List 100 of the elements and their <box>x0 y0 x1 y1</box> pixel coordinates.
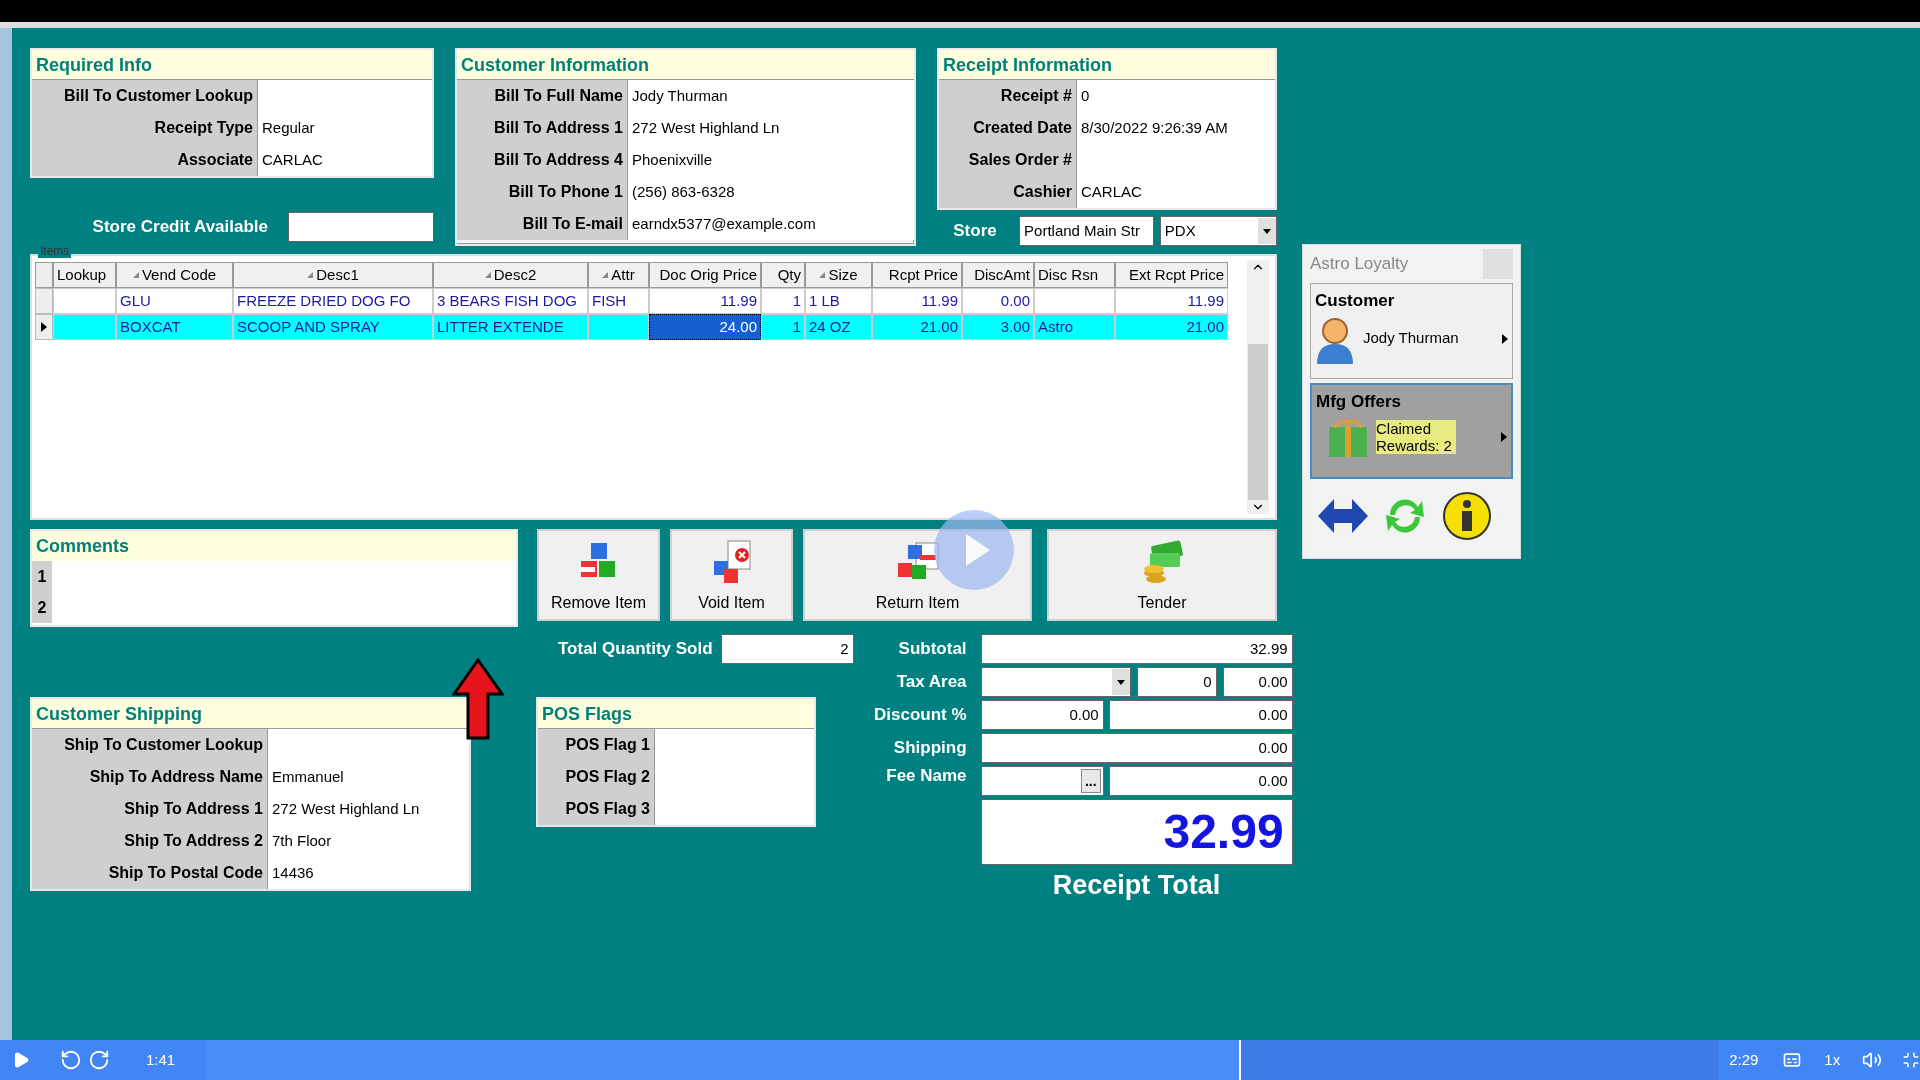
field-label: Bill To Full Name <box>457 80 627 112</box>
store-name-field[interactable]: Portland Main Str <box>1019 216 1154 246</box>
action-button[interactable]: Tender <box>1047 529 1277 621</box>
store-credit-field[interactable] <box>288 212 434 242</box>
field-value[interactable]: 272 West Highland Ln <box>627 112 914 144</box>
table-cell: 24.00 <box>649 314 761 340</box>
field-label: Receipt # <box>939 80 1076 112</box>
column-header[interactable]: Rcpt Price <box>872 262 962 288</box>
column-header[interactable]: Desc2 <box>433 262 588 288</box>
customer-name: Jody Thurman <box>1363 328 1460 349</box>
fee-name-field[interactable]: ... <box>980 766 1104 796</box>
table-cell: LITTER EXTENDE <box>433 314 588 340</box>
field-value[interactable]: 272 West Highland Ln <box>267 793 469 825</box>
table-row[interactable]: GLU FREEZE DRIED DOG FO 3 BEARS FISH DOG FISH 11.99 1 1 LB 11.99 0.00 11.99 <box>35 288 1228 314</box>
table-cell: 24 OZ <box>805 314 872 340</box>
column-header[interactable]: Attr <box>588 262 649 288</box>
column-header[interactable]: Doc Orig Price <box>649 262 761 288</box>
captions-icon[interactable] <box>1782 1050 1803 1070</box>
double-arrow-icon[interactable] <box>1318 497 1368 535</box>
field-value[interactable]: 0 <box>1076 80 1275 112</box>
table-cell: 11.99 <box>872 288 962 314</box>
scrollbar[interactable] <box>1247 260 1269 514</box>
dropdown-button[interactable] <box>1258 218 1276 244</box>
field-label: Ship To Postal Code <box>32 857 267 889</box>
field-label: Bill To Address 4 <box>457 144 627 176</box>
column-header[interactable]: DiscAmt <box>962 262 1034 288</box>
forward-icon[interactable] <box>87 1049 110 1071</box>
subtotal-field[interactable]: 32.99 <box>980 634 1293 664</box>
quantity-field[interactable]: 2 <box>720 634 854 664</box>
field-label: Created Date <box>939 112 1076 144</box>
rewards-text: Claimed Rewards: 2 <box>1376 419 1456 454</box>
field-value[interactable] <box>257 80 432 112</box>
shipping-field[interactable]: 0.00 <box>980 733 1293 763</box>
tax-area-dropdown[interactable] <box>980 667 1131 697</box>
duration-time: 2:29 <box>1729 1049 1759 1070</box>
offers-card[interactable]: Mfg Offers Claimed Rewards: 2 <box>1310 383 1513 479</box>
tax-rate-field[interactable]: 0 <box>1136 667 1217 697</box>
field-value[interactable]: Regular <box>257 112 432 144</box>
play-overlay-icon[interactable] <box>934 510 1014 590</box>
field-value[interactable] <box>267 729 469 761</box>
receipt-total-amount: 32.99 <box>980 799 1293 865</box>
tax-amount-field[interactable]: 0.00 <box>1222 667 1293 697</box>
scrollbar-thumb[interactable] <box>1248 344 1268 500</box>
dropdown-arrow-icon <box>1116 679 1125 685</box>
corner-header-cell <box>35 262 53 288</box>
field-value[interactable] <box>654 729 814 761</box>
field-value[interactable]: (256) 863-6328 <box>627 176 914 208</box>
field-label: Sales Order # <box>939 144 1076 176</box>
column-header[interactable]: Lookup <box>53 262 116 288</box>
play-icon[interactable] <box>12 1051 30 1069</box>
field-label: Shipping <box>892 737 967 760</box>
table-cell: Astro <box>1034 314 1115 340</box>
info-icon[interactable] <box>1442 491 1492 541</box>
action-button[interactable]: Void Item <box>670 529 793 621</box>
field-label: POS Flag 1 <box>538 729 654 761</box>
row-header-cell[interactable] <box>35 314 53 340</box>
discount-percent-field[interactable]: 0.00 <box>980 700 1104 730</box>
column-header[interactable]: Vend Code <box>116 262 233 288</box>
dropdown-button[interactable] <box>1111 669 1130 695</box>
receipt-total-label: Receipt Total <box>1052 869 1221 902</box>
column-header[interactable]: Ext Rcpt Price <box>1115 262 1228 288</box>
store-code-dropdown[interactable]: PDX <box>1159 216 1277 246</box>
column-header[interactable]: Qty <box>761 262 805 288</box>
speed-button[interactable]: 1x <box>1824 1048 1841 1072</box>
volume-icon[interactable] <box>1862 1050 1883 1070</box>
fee-amount-field[interactable]: 0.00 <box>1108 766 1293 796</box>
ellipsis-button[interactable]: ... <box>1080 769 1101 793</box>
field-value[interactable]: 8/30/2022 9:26:39 AM <box>1076 112 1275 144</box>
field-value[interactable]: Jody Thurman <box>627 80 914 112</box>
row-header-cell[interactable] <box>35 288 53 314</box>
field-value[interactable] <box>654 793 814 825</box>
field-value[interactable]: Emmanuel <box>267 761 469 793</box>
table-cell: 1 <box>761 314 805 340</box>
customer-card[interactable]: Customer Jody Thurman <box>1310 283 1513 379</box>
field-value[interactable]: CARLAC <box>1076 176 1275 208</box>
table-cell: BOXCAT <box>116 314 233 340</box>
discount-amount-field[interactable]: 0.00 <box>1108 700 1293 730</box>
sort-glyph-icon <box>307 272 314 278</box>
loyalty-title: Astro Loyalty <box>1310 253 1409 276</box>
field-label: Bill To Phone 1 <box>457 176 627 208</box>
column-header[interactable]: Disc Rsn <box>1034 262 1115 288</box>
action-button[interactable]: Remove Item <box>537 529 660 621</box>
column-header[interactable]: Size <box>805 262 872 288</box>
field-label: Bill To Address 1 <box>457 112 627 144</box>
column-header[interactable]: Desc1 <box>233 262 433 288</box>
field-label: Ship To Address 2 <box>32 825 267 857</box>
group-legend: Items <box>38 244 72 258</box>
table-cell: GLU <box>116 288 233 314</box>
field-value[interactable]: 14436 <box>267 857 469 889</box>
rewind-icon[interactable] <box>59 1049 82 1071</box>
field-value[interactable]: CARLAC <box>257 144 432 176</box>
exit-fullscreen-icon[interactable] <box>1902 1051 1920 1069</box>
field-value[interactable]: 7th Floor <box>267 825 469 857</box>
table-cell: 11.99 <box>649 288 761 314</box>
field-value[interactable]: Phoenixville <box>627 144 914 176</box>
field-label: Ship To Customer Lookup <box>32 729 267 761</box>
table-row[interactable]: BOXCAT SCOOP AND SPRAY LITTER EXTENDE 24.00 1 24 OZ 21.00 3.00 Astro 21.00 <box>35 314 1228 340</box>
table-cell: 0.00 <box>962 288 1034 314</box>
dropdown-arrow-icon <box>1263 228 1271 234</box>
field-value[interactable]: earndx5377@example.com <box>627 208 914 240</box>
